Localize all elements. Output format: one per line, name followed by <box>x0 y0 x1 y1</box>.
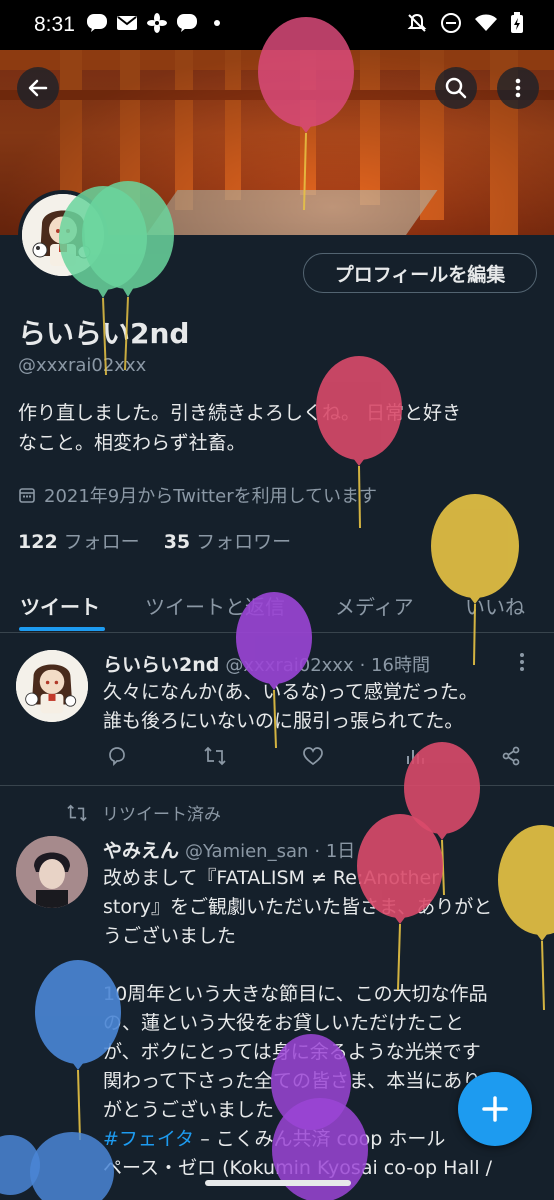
status-time: 8:31 <box>34 13 75 36</box>
profile-handle: @xxxrai02xxx <box>18 355 147 376</box>
heart-icon <box>303 747 323 766</box>
wifi-icon <box>474 13 498 37</box>
follow-stats: 122 フォロー 35 フォロワー <box>18 527 291 554</box>
balloon <box>0 1135 40 1195</box>
system-icons <box>406 12 524 38</box>
tweet-avatar[interactable] <box>16 650 88 722</box>
tab-tweets[interactable]: ツイート <box>20 591 100 620</box>
plus-icon <box>482 1096 508 1122</box>
retweet-icon <box>67 804 87 821</box>
profile-bio: 作り直しました。引き続きよろしくね。 日常と好き なこと。相変わらず社畜。 <box>18 398 538 458</box>
line-icon <box>176 12 198 34</box>
compose-tweet-button[interactable] <box>458 1072 532 1146</box>
tweet-line: 誰も後ろにいないのに服引っ張られてた。 <box>103 710 464 732</box>
following-link[interactable]: 122 フォロー <box>18 527 140 554</box>
edit-profile-button[interactable]: プロフィールを編集 <box>303 253 537 293</box>
mute-icon <box>406 12 428 38</box>
tweet-author-handle: @Yamien_san <box>185 841 309 862</box>
tweet-author-handle: @xxxrai02xxx <box>225 655 354 676</box>
bio-line: 作り直しました。引き続きよろしくね。 日常と好き <box>18 402 462 424</box>
tweet-author-name[interactable]: らいらい2nd <box>103 654 219 676</box>
analytics-icon <box>407 750 424 764</box>
followers-count: 35 <box>163 531 191 553</box>
retweet-label: リツイート済み <box>102 805 221 825</box>
like-button[interactable] <box>299 742 327 770</box>
tab-media[interactable]: メディア <box>335 591 414 620</box>
notification-icons <box>86 12 228 34</box>
do-not-disturb-icon <box>440 12 462 38</box>
more-button[interactable] <box>497 67 539 109</box>
share-icon <box>502 746 520 766</box>
tweet-line: が、ボクにとっては身に余るような光栄です <box>103 1041 481 1063</box>
tab-likes[interactable]: いいね <box>465 591 525 620</box>
joined-date: 2021年9月からTwitterを利用しています <box>18 482 377 508</box>
joined-text: 2021年9月からTwitterを利用しています <box>44 486 378 507</box>
retweet-button[interactable] <box>201 742 229 770</box>
tweet-line: 改めまして『FATALISM ≠ Re:Another <box>103 867 440 889</box>
arrow-left-icon <box>28 79 48 97</box>
tweet-author-name[interactable]: やみえん <box>103 840 179 862</box>
profile-avatar[interactable] <box>18 190 108 280</box>
dot-icon <box>206 12 228 34</box>
tweet-more-icon[interactable] <box>512 652 532 672</box>
tweet-time: · 16時間 <box>359 655 430 676</box>
tweet-header: らいらい2nd @xxxrai02xxx · 16時間 <box>103 650 430 677</box>
tweet-line: うございました <box>103 925 237 947</box>
followers-link[interactable]: 35 フォロワー <box>164 527 291 554</box>
retweet-icon <box>204 746 226 766</box>
tweet-line: 久々になんか(あ、いるな)って感覚だった。 <box>103 681 478 703</box>
tweet-line-text: – こくみん共済 coop ホール <box>194 1128 446 1150</box>
tweet-line: ペース・ゼロ (Kokumin Kyosai co-op Hall / <box>103 1157 493 1179</box>
profile-name: らいらい2nd <box>18 317 190 350</box>
active-tab-indicator <box>19 627 105 631</box>
retweet-indicator: リツイート済み <box>66 800 221 825</box>
profile-tabs: ツイート ツイートと返信 メディア いいね <box>0 585 554 633</box>
balloon <box>30 1132 114 1200</box>
following-count: 122 <box>18 531 58 553</box>
analytics-button[interactable] <box>401 742 429 770</box>
tweet-avatar[interactable] <box>16 836 88 908</box>
bio-line: なこと。相変わらず社畜。 <box>18 432 246 454</box>
hashtag-link[interactable]: #フェイタ <box>103 1128 194 1150</box>
tweet-text: 久々になんか(あ、いるな)って感覚だった。 誰も後ろにいないのに服引っ張られてた… <box>103 678 538 736</box>
reply-icon <box>109 747 125 767</box>
battery-icon <box>510 12 524 38</box>
back-button[interactable] <box>17 67 59 109</box>
followers-label: フォロワー <box>196 531 292 553</box>
tweet[interactable]: らいらい2nd @xxxrai02xxx · 16時間 久々になんか(あ、いるな)っ… <box>0 634 554 786</box>
search-button[interactable] <box>435 67 477 109</box>
mail-icon <box>116 12 138 34</box>
following-label: フォロー <box>63 531 140 553</box>
reply-button[interactable] <box>103 742 131 770</box>
gesture-nav-handle[interactable] <box>205 1180 351 1186</box>
tweet-line: story』をご観劇いただいた皆さま、ありがと <box>103 896 493 918</box>
tweet-header: やみえん @Yamien_san · 1日 <box>103 836 355 863</box>
status-bar: 8:31 <box>0 0 554 50</box>
share-button[interactable] <box>497 742 525 770</box>
tweet-line: の、蓮という大役をお貸しいただけたこと <box>103 1012 465 1034</box>
tab-tweets-and-replies[interactable]: ツイートと返信 <box>145 591 285 620</box>
calendar-icon <box>19 488 35 503</box>
more-vertical-icon <box>515 78 521 98</box>
tweet-actions <box>103 742 523 772</box>
pinwheel-icon <box>146 12 168 34</box>
tweet-time: · 1日 <box>314 841 356 862</box>
tweet-line: 10周年という大きな節目に、この大切な作品 <box>103 983 488 1005</box>
search-icon <box>445 77 467 99</box>
line-icon <box>86 12 108 34</box>
